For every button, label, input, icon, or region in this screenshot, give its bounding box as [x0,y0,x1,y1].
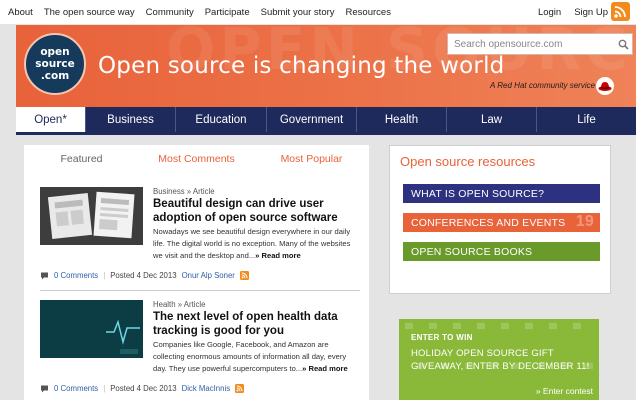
posted-date: Posted 4 Dec 2013 [110,271,177,280]
article-item: Business » Article Beautiful design can … [40,187,360,302]
logo-line-3: .com [40,70,70,82]
redhat-credit: A Red Hat community service [490,81,596,90]
article-category: Business » Article [153,187,215,196]
resource-label: CONFERENCES AND EVENTS [411,216,566,229]
redhat-logo-icon[interactable] [596,77,614,95]
enter-contest-link[interactable]: » Enter contest [536,386,593,396]
giveaway-promo[interactable]: ENTER TO WIN HOLIDAY OPEN SOURCE GIFT GI… [399,319,599,400]
article-title[interactable]: Beautiful design can drive user adoption… [153,198,358,225]
article-thumbnail[interactable] [40,187,143,245]
search-icon[interactable] [614,35,632,53]
article-thumbnail[interactable] [40,300,143,358]
search-input[interactable]: Search opensource.com [448,39,614,50]
read-more-link[interactable]: » Read more [302,364,348,373]
category-link[interactable]: Business [153,187,185,196]
resources-title: Open source resources [400,154,536,169]
article-type: Article [183,300,206,309]
site-tagline: Open source is changing the world [98,53,505,79]
separator: | [103,384,106,393]
nav-link-open-source-way[interactable]: The open source way [44,7,135,18]
separator: | [103,271,106,280]
logo-line-1: open [40,46,70,58]
nav-tab-education[interactable]: Education [176,107,267,132]
resources-panel: Open source resources WHAT IS OPEN SOURC… [389,145,611,294]
author-rss-icon[interactable] [239,271,249,280]
article-footer: 0 Comments | Posted 4 Dec 2013 Onur Alp … [40,271,249,280]
article-summary: Companies like Google, Facebook, and Ama… [153,339,358,375]
author-link[interactable]: Onur Alp Soner [182,271,235,280]
article-feed: Featured Most Comments Most Popular Busi… [24,145,369,400]
nav-tab-law[interactable]: Law [447,107,537,132]
article-divider [40,290,360,291]
author-rss-icon[interactable] [235,384,245,393]
tab-most-popular[interactable]: Most Popular [254,145,369,173]
utility-links: About The open source way Community Part… [8,7,391,18]
resource-conferences-events[interactable]: CONFERENCES AND EVENTS 19 [403,213,600,232]
nav-link-submit-story[interactable]: Submit your story [261,7,335,18]
calendar-badge: 19 [575,213,594,230]
logo-line-2: source [35,58,75,70]
main-navigation: Open* Business Education Government Heal… [16,107,636,132]
header-banner: OPEN SOURCE open source .com Open source… [16,25,636,107]
account-links: Login Sign Up [538,7,608,18]
nav-tab-life[interactable]: Life [537,107,636,132]
article-footer: 0 Comments | Posted 4 Dec 2013 Dick MacI… [40,384,245,393]
feed-tabs: Featured Most Comments Most Popular [24,145,369,173]
nav-tab-open[interactable]: Open* [16,107,86,132]
login-link[interactable]: Login [538,7,561,18]
article-category: Health » Article [153,300,206,309]
nav-underline [16,132,636,135]
nav-link-about[interactable]: About [8,7,33,18]
nav-tab-business[interactable]: Business [86,107,176,132]
comments-link[interactable]: 0 Comments [54,271,98,280]
comments-link[interactable]: 0 Comments [54,384,98,393]
nav-link-resources[interactable]: Resources [346,7,391,18]
promo-kicker: ENTER TO WIN [411,333,473,342]
nav-tab-government[interactable]: Government [267,107,357,132]
search-box[interactable]: Search opensource.com [447,33,633,55]
article-item: Health » Article The next level of open … [40,300,360,400]
rss-icon[interactable] [611,2,630,21]
site-logo[interactable]: open source .com [24,33,86,95]
article-type: Article [192,187,215,196]
article-title[interactable]: The next level of open health data track… [153,311,358,338]
read-more-link[interactable]: » Read more [255,251,301,260]
category-link[interactable]: Health [153,300,176,309]
resource-what-is-open-source[interactable]: WHAT IS OPEN SOURCE? [403,184,600,203]
top-utility-bar: About The open source way Community Part… [0,0,636,24]
resource-open-source-books[interactable]: OPEN SOURCE BOOKS [403,242,600,261]
article-summary: Nowadays we see beautiful design everywh… [153,226,358,262]
tab-most-comments[interactable]: Most Comments [139,145,254,173]
summary-text: Nowadays we see beautiful design everywh… [153,227,351,260]
signup-link[interactable]: Sign Up [574,7,608,18]
promo-headline: HOLIDAY OPEN SOURCE GIFT GIVEAWAY, ENTER… [411,348,590,372]
nav-link-community[interactable]: Community [146,7,194,18]
posted-date: Posted 4 Dec 2013 [110,384,177,393]
comment-bubble-icon [41,272,48,279]
comment-bubble-icon [41,385,48,392]
nav-tab-health[interactable]: Health [357,107,447,132]
author-link[interactable]: Dick MacInnis [182,384,231,393]
nav-link-participate[interactable]: Participate [205,7,250,18]
tab-featured[interactable]: Featured [24,145,139,173]
